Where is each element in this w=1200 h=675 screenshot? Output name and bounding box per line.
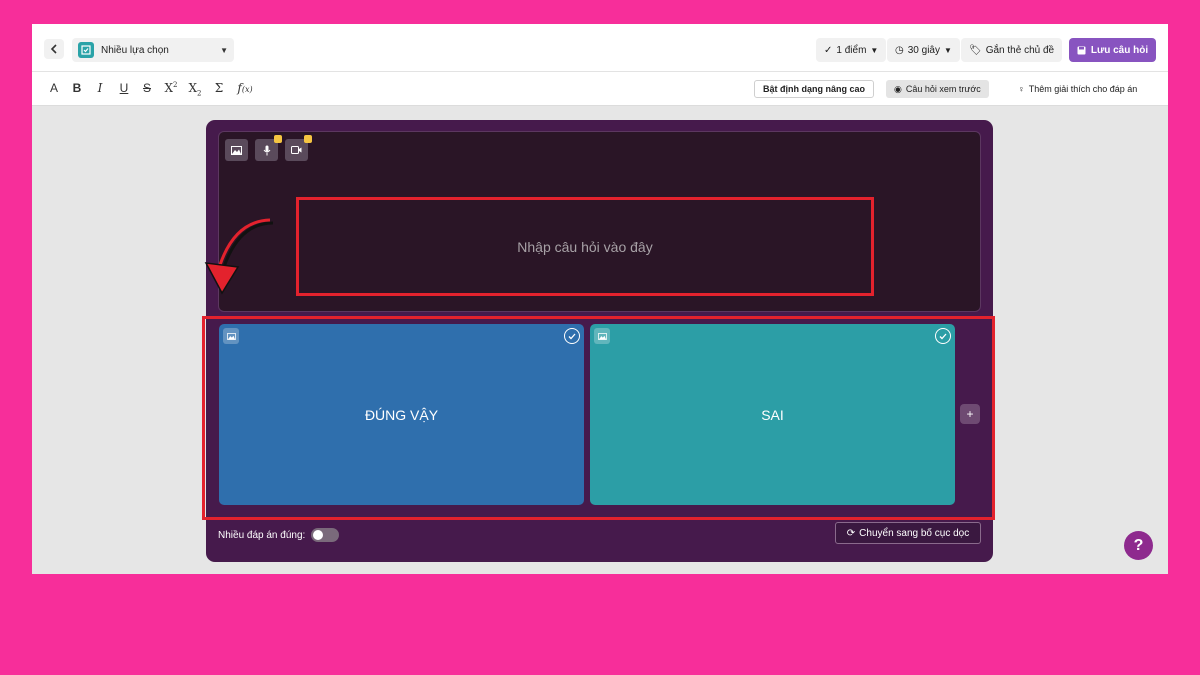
- format-toolbar: A B I U S X2 X2 Σ f(x) Bật định dạng nân…: [32, 72, 1168, 106]
- correct-check-icon[interactable]: [935, 328, 951, 344]
- save-label: Lưu câu hỏi: [1090, 44, 1149, 56]
- time-dropdown[interactable]: ◷ 30 giây ▼: [887, 38, 960, 62]
- correct-check-icon[interactable]: [564, 328, 580, 344]
- header-bar: Nhiều lựa chọn ▼ ✓ 1 điểm ▼ ◷ 30 giây ▼ …: [32, 24, 1168, 72]
- time-label: 30 giây: [907, 44, 940, 56]
- question-placeholder: Nhập câu hỏi vào đây: [517, 238, 653, 255]
- subscript-icon[interactable]: X2: [187, 81, 203, 97]
- caret-down-icon: ▼: [870, 45, 879, 55]
- help-button[interactable]: ?: [1124, 531, 1153, 560]
- answer-label: SAI: [761, 406, 784, 423]
- premium-badge-icon: [304, 135, 312, 143]
- save-icon: [1077, 46, 1086, 54]
- multiple-correct-toggle[interactable]: [311, 528, 340, 542]
- checkbox-icon: [78, 42, 94, 58]
- question-type-label: Nhiều lựa chọn: [101, 44, 169, 56]
- add-image-button[interactable]: [225, 139, 248, 161]
- answer-option-1[interactable]: ĐÚNG VẬY: [219, 324, 584, 505]
- preview-label: Câu hỏi xem trước: [905, 84, 981, 94]
- plus-icon: +: [966, 407, 974, 421]
- underline-icon[interactable]: U: [116, 81, 132, 95]
- points-label: 1 điểm: [836, 44, 867, 56]
- clock-icon: ◷: [895, 44, 904, 56]
- advanced-format-button[interactable]: Bật định dạng nâng cao: [754, 80, 875, 98]
- sigma-icon[interactable]: Σ: [211, 81, 227, 95]
- lightbulb-icon: ♀: [1018, 84, 1025, 94]
- question-editor-card: Nhập câu hỏi vào đây ĐÚNG VẬY SAI + Nhiề…: [202, 120, 995, 562]
- save-question-button[interactable]: Lưu câu hỏi: [1069, 38, 1156, 62]
- help-label: ?: [1133, 536, 1144, 554]
- add-explanation-button[interactable]: ♀ Thêm giải thích cho đáp án: [1010, 80, 1145, 98]
- formula-icon[interactable]: f(x): [234, 81, 256, 95]
- check-icon: ✓: [824, 44, 833, 56]
- tag-button[interactable]: 🏷︎ Gắn thẻ chủ đề: [961, 38, 1063, 62]
- add-audio-button[interactable]: [255, 135, 282, 161]
- add-explanation-label: Thêm giải thích cho đáp án: [1028, 84, 1138, 94]
- premium-badge-icon: [274, 135, 282, 143]
- points-dropdown[interactable]: ✓ 1 điểm ▼: [816, 38, 887, 62]
- tag-icon: 🏷︎: [969, 44, 982, 56]
- back-button[interactable]: [44, 39, 64, 59]
- add-answer-button[interactable]: +: [960, 404, 980, 424]
- switch-layout-label: Chuyển sang bố cục dọc: [859, 527, 970, 539]
- add-video-button[interactable]: [285, 135, 312, 161]
- tag-label: Gắn thẻ chủ đề: [985, 44, 1055, 56]
- italic-icon[interactable]: I: [92, 81, 108, 95]
- microphone-icon: [263, 145, 270, 155]
- advanced-format-label: Bật định dạng nâng cao: [763, 84, 866, 94]
- image-icon[interactable]: [594, 328, 610, 344]
- switch-layout-button[interactable]: ⟳ Chuyển sang bố cục dọc: [835, 522, 981, 544]
- chevron-left-icon: [50, 44, 57, 54]
- multiple-correct-label: Nhiều đáp án đúng:: [218, 529, 306, 541]
- question-input[interactable]: Nhập câu hỏi vào đây: [296, 197, 874, 296]
- question-type-select[interactable]: Nhiều lựa chọn ▼: [72, 38, 234, 62]
- superscript-icon[interactable]: X2: [163, 81, 179, 95]
- bold-icon[interactable]: B: [69, 81, 85, 95]
- caret-down-icon: ▼: [943, 45, 952, 55]
- question-box: Nhập câu hỏi vào đây: [218, 131, 981, 312]
- image-icon: [231, 145, 242, 155]
- refresh-icon: ⟳: [846, 527, 856, 539]
- caret-down-icon: ▼: [220, 45, 228, 55]
- answer-label: ĐÚNG VẬY: [364, 406, 439, 423]
- answer-option-2[interactable]: SAI: [590, 324, 955, 505]
- strikethrough-icon[interactable]: S: [139, 81, 155, 95]
- font-color-icon[interactable]: A: [46, 81, 62, 95]
- preview-button[interactable]: ◉ Câu hỏi xem trước: [886, 80, 989, 98]
- video-icon: [291, 146, 302, 154]
- multiple-correct-toggle-row: Nhiều đáp án đúng:: [218, 528, 340, 542]
- image-icon[interactable]: [223, 328, 239, 344]
- eye-icon: ◉: [894, 83, 902, 94]
- curved-arrow-icon: [204, 218, 274, 295]
